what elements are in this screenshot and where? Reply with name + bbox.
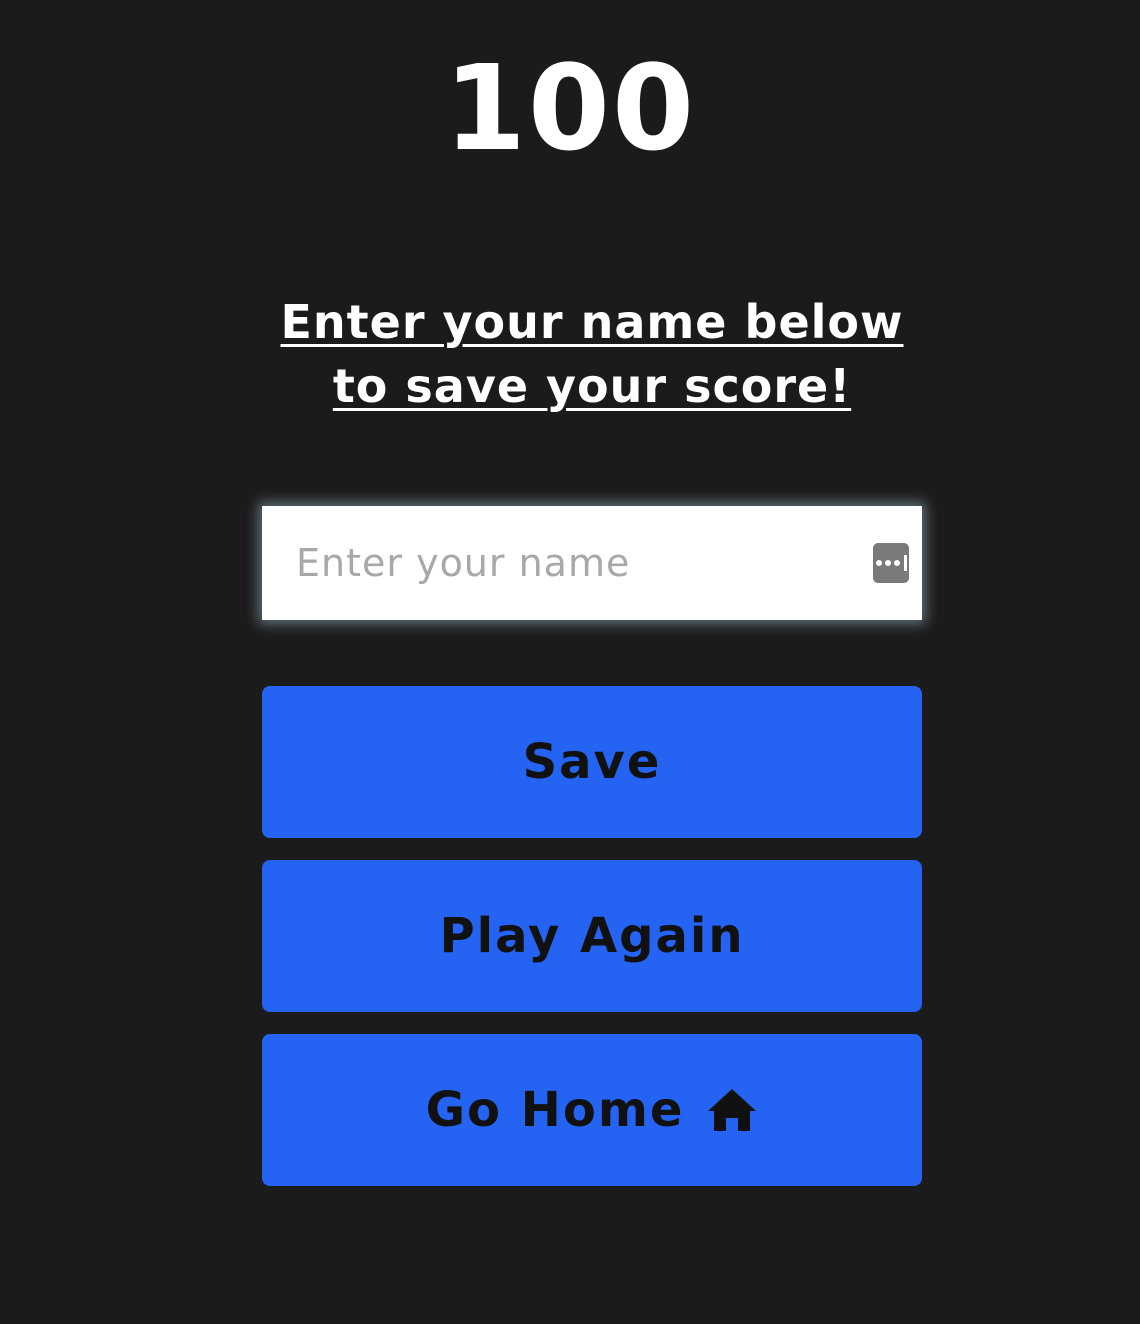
password-manager-icon[interactable] bbox=[873, 543, 909, 583]
save-button-label: Save bbox=[522, 734, 662, 790]
play-again-button-label: Play Again bbox=[439, 908, 745, 964]
name-input-container bbox=[262, 506, 922, 620]
score-display: 100 bbox=[443, 39, 697, 177]
name-input[interactable] bbox=[262, 506, 862, 620]
save-score-prompt: Enter your name below to save your score… bbox=[280, 295, 904, 413]
go-home-button[interactable]: Go Home bbox=[262, 1034, 922, 1186]
go-home-button-label: Go Home bbox=[425, 1082, 685, 1138]
save-button[interactable]: Save bbox=[262, 686, 922, 838]
play-again-button[interactable]: Play Again bbox=[262, 860, 922, 1012]
home-icon bbox=[708, 1089, 757, 1131]
